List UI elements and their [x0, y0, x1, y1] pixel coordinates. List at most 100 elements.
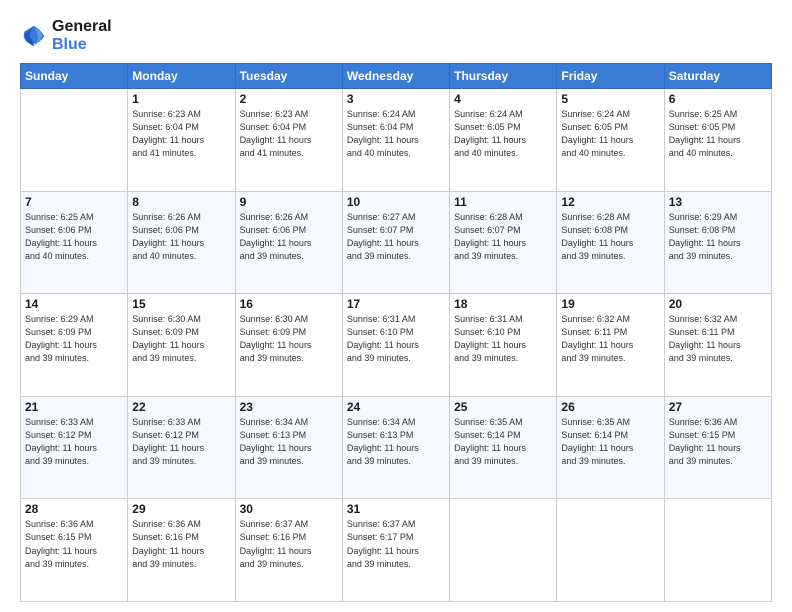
- calendar-cell: [664, 499, 771, 602]
- day-header-monday: Monday: [128, 64, 235, 89]
- day-number: 13: [669, 195, 767, 209]
- calendar-cell: 2 Sunrise: 6:23 AMSunset: 6:04 PMDaylight…: [235, 89, 342, 192]
- calendar-cell: 15 Sunrise: 6:30 AMSunset: 6:09 PMDayligh…: [128, 294, 235, 397]
- day-info: Sunrise: 6:36 AMSunset: 6:16 PMDaylight:…: [132, 518, 230, 570]
- day-info: Sunrise: 6:25 AMSunset: 6:05 PMDaylight:…: [669, 108, 767, 160]
- day-number: 11: [454, 195, 552, 209]
- day-info: Sunrise: 6:23 AMSunset: 6:04 PMDaylight:…: [132, 108, 230, 160]
- logo: General Blue: [20, 18, 112, 53]
- day-number: 24: [347, 400, 445, 414]
- day-info: Sunrise: 6:34 AMSunset: 6:13 PMDaylight:…: [240, 416, 338, 468]
- calendar-cell: [557, 499, 664, 602]
- day-number: 25: [454, 400, 552, 414]
- day-info: Sunrise: 6:35 AMSunset: 6:14 PMDaylight:…: [454, 416, 552, 468]
- day-header-wednesday: Wednesday: [342, 64, 449, 89]
- calendar-cell: 26 Sunrise: 6:35 AMSunset: 6:14 PMDayligh…: [557, 396, 664, 499]
- calendar-cell: 29 Sunrise: 6:36 AMSunset: 6:16 PMDayligh…: [128, 499, 235, 602]
- day-number: 27: [669, 400, 767, 414]
- day-info: Sunrise: 6:24 AMSunset: 6:05 PMDaylight:…: [454, 108, 552, 160]
- calendar-cell: 21 Sunrise: 6:33 AMSunset: 6:12 PMDayligh…: [21, 396, 128, 499]
- day-info: Sunrise: 6:27 AMSunset: 6:07 PMDaylight:…: [347, 211, 445, 263]
- day-info: Sunrise: 6:28 AMSunset: 6:08 PMDaylight:…: [561, 211, 659, 263]
- day-number: 28: [25, 502, 123, 516]
- day-number: 9: [240, 195, 338, 209]
- day-info: Sunrise: 6:28 AMSunset: 6:07 PMDaylight:…: [454, 211, 552, 263]
- day-info: Sunrise: 6:37 AMSunset: 6:17 PMDaylight:…: [347, 518, 445, 570]
- calendar-cell: 25 Sunrise: 6:35 AMSunset: 6:14 PMDayligh…: [450, 396, 557, 499]
- calendar-cell: 16 Sunrise: 6:30 AMSunset: 6:09 PMDayligh…: [235, 294, 342, 397]
- day-number: 31: [347, 502, 445, 516]
- calendar-cell: 18 Sunrise: 6:31 AMSunset: 6:10 PMDayligh…: [450, 294, 557, 397]
- day-number: 2: [240, 92, 338, 106]
- day-header-friday: Friday: [557, 64, 664, 89]
- day-info: Sunrise: 6:35 AMSunset: 6:14 PMDaylight:…: [561, 416, 659, 468]
- day-info: Sunrise: 6:36 AMSunset: 6:15 PMDaylight:…: [669, 416, 767, 468]
- calendar-cell: 24 Sunrise: 6:34 AMSunset: 6:13 PMDayligh…: [342, 396, 449, 499]
- calendar-cell: 11 Sunrise: 6:28 AMSunset: 6:07 PMDayligh…: [450, 191, 557, 294]
- calendar-cell: 13 Sunrise: 6:29 AMSunset: 6:08 PMDayligh…: [664, 191, 771, 294]
- calendar-cell: 22 Sunrise: 6:33 AMSunset: 6:12 PMDayligh…: [128, 396, 235, 499]
- logo-icon: [20, 22, 48, 50]
- day-header-sunday: Sunday: [21, 64, 128, 89]
- calendar-cell: 5 Sunrise: 6:24 AMSunset: 6:05 PMDaylight…: [557, 89, 664, 192]
- page: General Blue SundayMondayTuesdayWednesda…: [0, 0, 792, 612]
- day-info: Sunrise: 6:26 AMSunset: 6:06 PMDaylight:…: [240, 211, 338, 263]
- day-number: 22: [132, 400, 230, 414]
- day-header-saturday: Saturday: [664, 64, 771, 89]
- calendar-cell: 1 Sunrise: 6:23 AMSunset: 6:04 PMDaylight…: [128, 89, 235, 192]
- calendar-cell: 10 Sunrise: 6:27 AMSunset: 6:07 PMDayligh…: [342, 191, 449, 294]
- calendar-cell: 27 Sunrise: 6:36 AMSunset: 6:15 PMDayligh…: [664, 396, 771, 499]
- day-header-tuesday: Tuesday: [235, 64, 342, 89]
- day-info: Sunrise: 6:37 AMSunset: 6:16 PMDaylight:…: [240, 518, 338, 570]
- calendar-cell: [21, 89, 128, 192]
- day-info: Sunrise: 6:30 AMSunset: 6:09 PMDaylight:…: [132, 313, 230, 365]
- day-number: 16: [240, 297, 338, 311]
- calendar-cell: 20 Sunrise: 6:32 AMSunset: 6:11 PMDayligh…: [664, 294, 771, 397]
- day-number: 19: [561, 297, 659, 311]
- day-number: 17: [347, 297, 445, 311]
- day-info: Sunrise: 6:29 AMSunset: 6:09 PMDaylight:…: [25, 313, 123, 365]
- day-number: 1: [132, 92, 230, 106]
- day-info: Sunrise: 6:33 AMSunset: 6:12 PMDaylight:…: [132, 416, 230, 468]
- day-number: 30: [240, 502, 338, 516]
- calendar-cell: 30 Sunrise: 6:37 AMSunset: 6:16 PMDayligh…: [235, 499, 342, 602]
- day-info: Sunrise: 6:23 AMSunset: 6:04 PMDaylight:…: [240, 108, 338, 160]
- day-info: Sunrise: 6:26 AMSunset: 6:06 PMDaylight:…: [132, 211, 230, 263]
- logo-text: General Blue: [52, 18, 112, 53]
- day-info: Sunrise: 6:31 AMSunset: 6:10 PMDaylight:…: [454, 313, 552, 365]
- calendar-cell: 6Sunrise: 6:25 AMSunset: 6:05 PMDaylight…: [664, 89, 771, 192]
- calendar-cell: [450, 499, 557, 602]
- calendar-table: SundayMondayTuesdayWednesdayThursdayFrid…: [20, 63, 772, 602]
- calendar-cell: 9 Sunrise: 6:26 AMSunset: 6:06 PMDaylight…: [235, 191, 342, 294]
- day-info: Sunrise: 6:33 AMSunset: 6:12 PMDaylight:…: [25, 416, 123, 468]
- day-number: 5: [561, 92, 659, 106]
- day-number: 15: [132, 297, 230, 311]
- day-number: 4: [454, 92, 552, 106]
- calendar-cell: 8Sunrise: 6:26 AMSunset: 6:06 PMDaylight…: [128, 191, 235, 294]
- day-number: 20: [669, 297, 767, 311]
- calendar-cell: 17Sunrise: 6:31 AMSunset: 6:10 PMDayligh…: [342, 294, 449, 397]
- calendar-cell: 28Sunrise: 6:36 AMSunset: 6:15 PMDayligh…: [21, 499, 128, 602]
- calendar-cell: 3Sunrise: 6:24 AMSunset: 6:04 PMDaylight…: [342, 89, 449, 192]
- day-info: Sunrise: 6:32 AMSunset: 6:11 PMDaylight:…: [669, 313, 767, 365]
- day-number: 7: [25, 195, 123, 209]
- day-number: 14: [25, 297, 123, 311]
- day-info: Sunrise: 6:24 AMSunset: 6:04 PMDaylight:…: [347, 108, 445, 160]
- day-info: Sunrise: 6:25 AMSunset: 6:06 PMDaylight:…: [25, 211, 123, 263]
- day-number: 10: [347, 195, 445, 209]
- calendar-cell: 4 Sunrise: 6:24 AMSunset: 6:05 PMDaylight…: [450, 89, 557, 192]
- header: General Blue: [20, 18, 772, 53]
- day-info: Sunrise: 6:32 AMSunset: 6:11 PMDaylight:…: [561, 313, 659, 365]
- day-info: Sunrise: 6:34 AMSunset: 6:13 PMDaylight:…: [347, 416, 445, 468]
- day-info: Sunrise: 6:29 AMSunset: 6:08 PMDaylight:…: [669, 211, 767, 263]
- day-number: 26: [561, 400, 659, 414]
- day-number: 21: [25, 400, 123, 414]
- day-info: Sunrise: 6:30 AMSunset: 6:09 PMDaylight:…: [240, 313, 338, 365]
- calendar-cell: 19 Sunrise: 6:32 AMSunset: 6:11 PMDayligh…: [557, 294, 664, 397]
- day-number: 18: [454, 297, 552, 311]
- day-number: 29: [132, 502, 230, 516]
- day-info: Sunrise: 6:24 AMSunset: 6:05 PMDaylight:…: [561, 108, 659, 160]
- calendar-cell: 23Sunrise: 6:34 AMSunset: 6:13 PMDayligh…: [235, 396, 342, 499]
- calendar-cell: 31 Sunrise: 6:37 AMSunset: 6:17 PMDayligh…: [342, 499, 449, 602]
- calendar-cell: 7 Sunrise: 6:25 AMSunset: 6:06 PMDaylight…: [21, 191, 128, 294]
